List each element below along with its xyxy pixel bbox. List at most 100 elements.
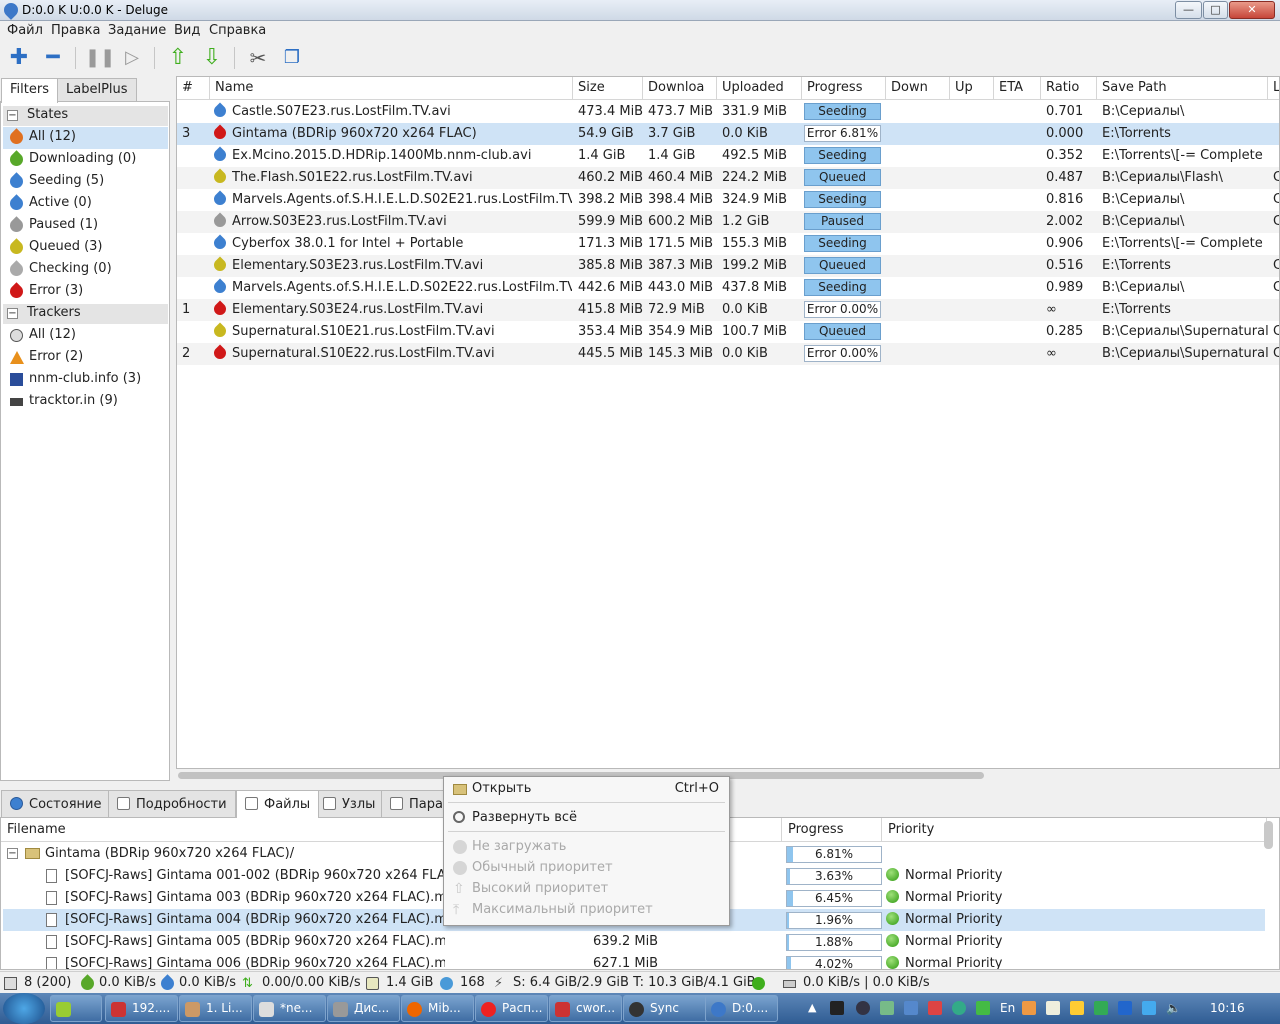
tray-app-icon[interactable] bbox=[1022, 1001, 1036, 1015]
column-label[interactable]: L bbox=[1268, 77, 1279, 100]
status-connections[interactable]: 8 (200) bbox=[24, 975, 71, 990]
file-priority[interactable]: Normal Priority bbox=[886, 956, 1002, 969]
status-upload-speed[interactable]: 0.0 KiB/s bbox=[179, 975, 236, 990]
preferences-icon[interactable]: ✂ bbox=[245, 45, 271, 71]
menu-file[interactable]: Файл bbox=[7, 23, 43, 38]
file-priority[interactable]: Normal Priority bbox=[886, 934, 1002, 949]
file-priority[interactable]: Normal Priority bbox=[886, 912, 1002, 927]
files-column-progress[interactable]: Progress bbox=[782, 818, 882, 842]
menu-edit[interactable]: Правка bbox=[51, 23, 100, 38]
tab-files[interactable]: Файлы bbox=[236, 790, 320, 818]
torrent-row[interactable]: Cyberfox 38.0.1 for Intel + Portable 171.… bbox=[177, 233, 1279, 255]
steam-icon[interactable] bbox=[856, 1001, 870, 1015]
torrent-row[interactable]: Elementary.S03E23.rus.LostFilm.TV.avi 385… bbox=[177, 255, 1279, 277]
tray-app-icon[interactable] bbox=[1070, 1001, 1084, 1015]
queue-up-icon[interactable]: ⇧ bbox=[165, 45, 191, 71]
language-indicator[interactable]: En bbox=[1000, 1001, 1015, 1015]
column-name[interactable]: Name bbox=[210, 77, 573, 100]
torrent-row[interactable]: Arrow.S03E23.rus.LostFilm.TV.avi 599.9 Mi… bbox=[177, 211, 1279, 233]
status-download-speed[interactable]: 0.0 KiB/s bbox=[99, 975, 156, 990]
filter-state-active[interactable]: Active (0) bbox=[3, 193, 168, 215]
file-row[interactable]: [SOFCJ-Raws] Gintama 005 (BDRip 960x720 … bbox=[3, 931, 1265, 953]
column-size[interactable]: Size bbox=[573, 77, 643, 100]
menu-torrent[interactable]: Задание bbox=[108, 23, 166, 38]
queue-down-icon[interactable]: ⇩ bbox=[199, 45, 225, 71]
collapse-icon[interactable]: − bbox=[7, 110, 18, 121]
column-ratio[interactable]: Ratio bbox=[1041, 77, 1097, 100]
states-group-header[interactable]: − States bbox=[3, 106, 168, 126]
tab-labelplus[interactable]: LabelPlus bbox=[57, 78, 137, 102]
taskbar-app-pinned[interactable] bbox=[50, 995, 102, 1022]
filter-state-error[interactable]: Error (3) bbox=[3, 281, 168, 303]
torrent-row[interactable]: 3 Gintama (BDRip 960x720 x264 FLAC) 54.9 G… bbox=[177, 123, 1279, 145]
minimize-button[interactable]: — bbox=[1175, 1, 1202, 19]
torrent-row[interactable]: 2 Supernatural.S10E22.rus.LostFilm.TV.avi… bbox=[177, 343, 1279, 365]
filter-state-all[interactable]: All (12) bbox=[3, 127, 168, 149]
tray-expand-icon[interactable]: ▲ bbox=[808, 1001, 822, 1015]
taskbar-clock[interactable]: 10:16 bbox=[1210, 1001, 1245, 1015]
filter-tracker-nnm-club[interactable]: nnm-club.info (3) bbox=[3, 369, 168, 391]
trackers-group-header[interactable]: − Trackers bbox=[3, 304, 168, 324]
collapse-icon[interactable]: − bbox=[7, 308, 18, 319]
close-button[interactable]: ✕ bbox=[1229, 1, 1275, 19]
filter-state-downloading[interactable]: Downloading (0) bbox=[3, 149, 168, 171]
column-uploaded[interactable]: Uploaded bbox=[717, 77, 802, 100]
connection-manager-icon[interactable]: ❐ bbox=[279, 45, 305, 71]
tray-app-icon[interactable] bbox=[952, 1001, 966, 1015]
torrent-row[interactable]: Supernatural.S10E21.rus.LostFilm.TV.avi 3… bbox=[177, 321, 1279, 343]
file-priority[interactable]: Normal Priority bbox=[886, 890, 1002, 905]
filter-state-seeding[interactable]: Seeding (5) bbox=[3, 171, 168, 193]
resume-icon[interactable]: ▷ bbox=[119, 45, 145, 71]
filter-tracker-all[interactable]: All (12) bbox=[3, 325, 168, 347]
taskbar-task[interactable]: *ne... bbox=[253, 995, 326, 1022]
file-priority[interactable]: Normal Priority bbox=[886, 868, 1002, 883]
collapse-icon[interactable]: − bbox=[7, 848, 18, 859]
network-icon[interactable] bbox=[1142, 1001, 1156, 1015]
column-downloaded[interactable]: Downloa bbox=[643, 77, 717, 100]
filter-tracker-error[interactable]: Error (2) bbox=[3, 347, 168, 369]
tray-app-icon[interactable] bbox=[1118, 1001, 1132, 1015]
taskbar-task[interactable]: 1. Li... bbox=[179, 995, 252, 1022]
tray-app-icon[interactable] bbox=[830, 1001, 844, 1015]
menu-item-max-priority[interactable]: ⤒ Максимальный приоритет bbox=[444, 900, 729, 920]
start-button[interactable] bbox=[3, 993, 45, 1024]
column-eta[interactable]: ETA bbox=[994, 77, 1041, 100]
menu-item-high-priority[interactable]: ⇧ Высокий приоритет bbox=[444, 879, 729, 899]
torrent-row[interactable]: 1 Elementary.S03E24.rus.LostFilm.TV.avi 41… bbox=[177, 299, 1279, 321]
torrent-row[interactable]: Castle.S07E23.rus.LostFilm.TV.avi 473.4 M… bbox=[177, 101, 1279, 123]
files-vscrollbar[interactable] bbox=[1264, 821, 1273, 849]
tray-app-icon[interactable] bbox=[976, 1001, 990, 1015]
filter-state-queued[interactable]: Queued (3) bbox=[3, 237, 168, 259]
tab-peers[interactable]: Узлы bbox=[314, 790, 385, 818]
torrent-row[interactable]: Marvels.Agents.of.S.H.I.E.L.D.S02E21.rus… bbox=[177, 189, 1279, 211]
torrent-row[interactable]: Marvels.Agents.of.S.H.I.E.L.D.S02E22.rus… bbox=[177, 277, 1279, 299]
pause-icon[interactable]: ❚❚ bbox=[85, 45, 115, 71]
tray-app-icon[interactable] bbox=[880, 1001, 894, 1015]
remove-torrent-icon[interactable]: ━ bbox=[40, 45, 66, 71]
taskbar-task[interactable]: 192.... bbox=[105, 995, 178, 1022]
taskbar-task[interactable]: Расп... bbox=[475, 995, 548, 1022]
menu-item-expand-all[interactable]: Развернуть всё bbox=[444, 808, 729, 828]
column-up-speed[interactable]: Up bbox=[950, 77, 994, 100]
taskbar-task-deluge[interactable]: D:0.... bbox=[705, 995, 778, 1022]
tab-filters[interactable]: Filters bbox=[1, 78, 58, 103]
menu-item-do-not-download[interactable]: Не загружать bbox=[444, 837, 729, 857]
file-row[interactable]: [SOFCJ-Raws] Gintama 006 (BDRip 960x720 … bbox=[3, 953, 1265, 969]
tab-status[interactable]: Состояние bbox=[1, 790, 111, 818]
files-column-priority[interactable]: Priority bbox=[882, 818, 1267, 842]
tab-options[interactable]: Пара bbox=[381, 790, 451, 818]
filter-state-paused[interactable]: Paused (1) bbox=[3, 215, 168, 237]
tray-app-icon[interactable] bbox=[904, 1001, 918, 1015]
tab-details[interactable]: Подробности bbox=[108, 790, 236, 818]
filter-tracker-tracktor[interactable]: tracktor.in (9) bbox=[3, 391, 168, 413]
filter-state-checking[interactable]: Checking (0) bbox=[3, 259, 168, 281]
add-torrent-icon[interactable]: ✚ bbox=[6, 45, 32, 71]
tray-app-icon[interactable] bbox=[1094, 1001, 1108, 1015]
volume-icon[interactable]: 🔈 bbox=[1166, 1001, 1181, 1015]
tray-app-icon[interactable] bbox=[928, 1001, 942, 1015]
menu-item-open[interactable]: Открыть Ctrl+O bbox=[444, 779, 729, 799]
maximize-button[interactable]: □ bbox=[1203, 1, 1228, 19]
menu-help[interactable]: Справка bbox=[209, 23, 266, 38]
column-down-speed[interactable]: Down bbox=[886, 77, 950, 100]
tray-app-icon[interactable] bbox=[1046, 1001, 1060, 1015]
